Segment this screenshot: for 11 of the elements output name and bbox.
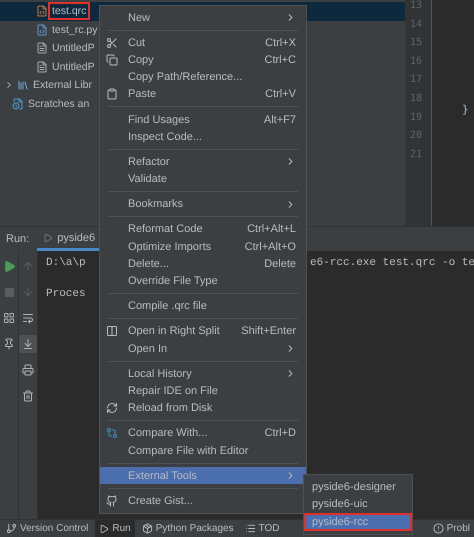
run-label: Run:: [6, 233, 30, 245]
file-name: test_rc.py: [51, 24, 99, 36]
file-name: test.qrc: [51, 5, 88, 18]
console-text: D:\a\p: [46, 257, 86, 271]
file-name: UntitledP: [51, 42, 96, 54]
file-name: UntitledP: [51, 60, 96, 73]
console-text: e6-rcc.exe test.qrc -o te: [310, 257, 474, 271]
file-name: External Libr: [32, 79, 93, 92]
code-brace: }: [462, 103, 469, 116]
console-text: Proces: [46, 288, 86, 302]
file-name: Scratches an: [27, 98, 90, 110]
